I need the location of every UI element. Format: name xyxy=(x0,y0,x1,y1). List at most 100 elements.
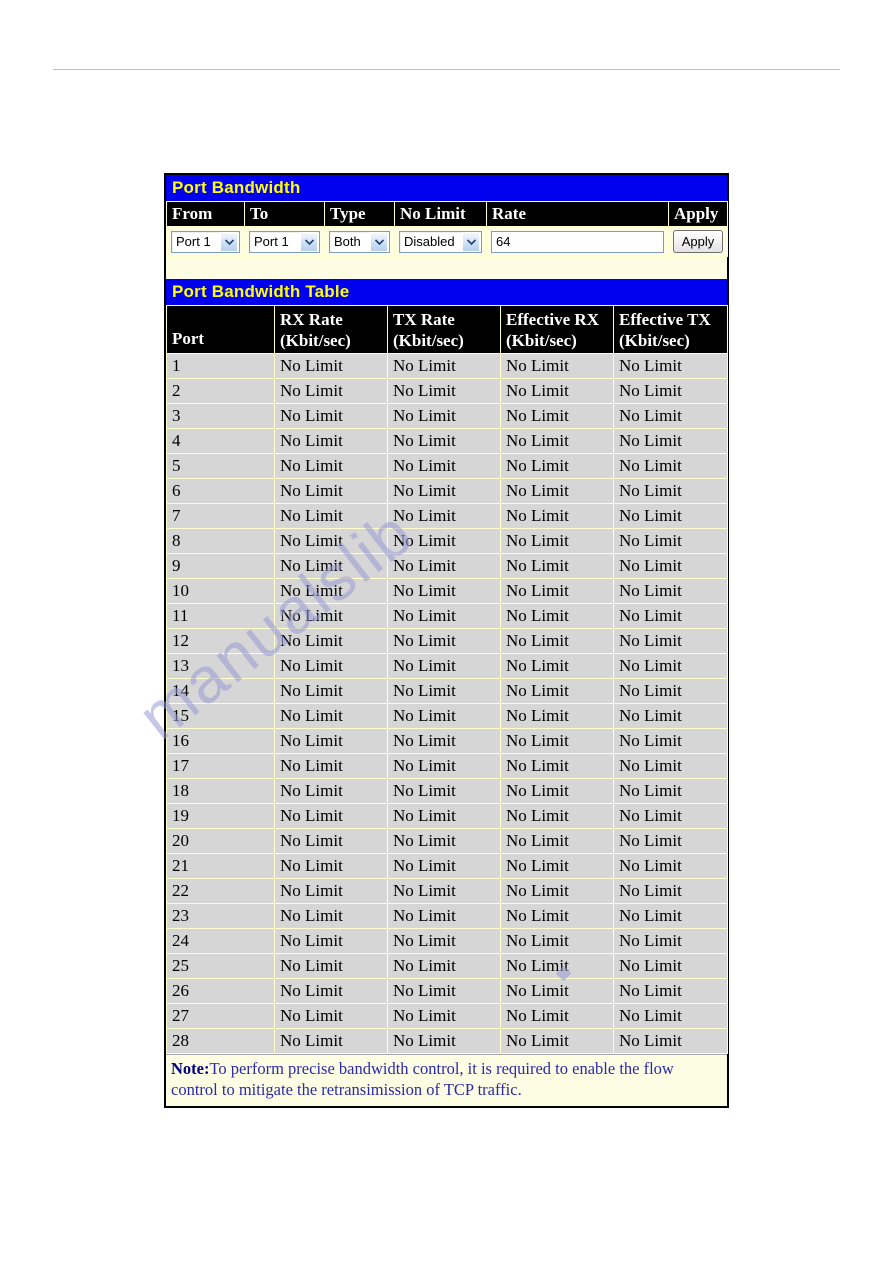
port-cell: 15 xyxy=(166,703,275,729)
effective-tx-cell: No Limit xyxy=(613,1003,728,1029)
no-limit-select[interactable]: Disabled xyxy=(399,230,482,253)
apply-button[interactable]: Apply xyxy=(673,230,723,253)
tx-rate-cell: No Limit xyxy=(387,728,501,754)
effective-tx-cell: No Limit xyxy=(613,778,728,804)
effective-rx-cell: No Limit xyxy=(500,1028,614,1054)
effective-rx-cell: No Limit xyxy=(500,353,614,379)
port-cell: 16 xyxy=(166,728,275,754)
table-row: 26 No Limit No Limit No Limit No Limit xyxy=(166,978,728,1004)
port-cell: 5 xyxy=(166,453,275,479)
port-cell: 9 xyxy=(166,553,275,579)
effective-rx-cell: No Limit xyxy=(500,578,614,604)
port-cell: 1 xyxy=(166,353,275,379)
tx-rate-cell: No Limit xyxy=(387,578,501,604)
page-header-rule xyxy=(53,69,840,70)
type-value: Both xyxy=(334,234,361,249)
rx-rate-cell: No Limit xyxy=(274,928,388,954)
tx-rate-cell: No Limit xyxy=(387,378,501,404)
chevron-down-icon[interactable] xyxy=(462,231,480,252)
effective-rx-cell: No Limit xyxy=(500,603,614,629)
port-bandwidth-table: Port RX Rate (Kbit/sec) TX Rate (Kbit/se… xyxy=(166,305,728,1054)
port-cell: 2 xyxy=(166,378,275,404)
rx-rate-cell: No Limit xyxy=(274,803,388,829)
tx-rate-cell: No Limit xyxy=(387,403,501,429)
effective-rx-cell: No Limit xyxy=(500,1003,614,1029)
note-label: Note: xyxy=(171,1059,210,1078)
tx-rate-cell: No Limit xyxy=(387,653,501,679)
effective-rx-cell: No Limit xyxy=(500,803,614,829)
tx-rate-cell: No Limit xyxy=(387,903,501,929)
tx-rate-cell: No Limit xyxy=(387,628,501,654)
effective-tx-cell: No Limit xyxy=(613,578,728,604)
col-tx-rate-label: TX Rate xyxy=(393,310,455,329)
effective-tx-cell: No Limit xyxy=(613,603,728,629)
tx-rate-cell: No Limit xyxy=(387,753,501,779)
effective-tx-cell: No Limit xyxy=(613,853,728,879)
table-row: 27 No Limit No Limit No Limit No Limit xyxy=(166,1003,728,1029)
to-port-select[interactable]: Port 1 xyxy=(249,230,320,253)
apply-cell: Apply xyxy=(668,226,728,257)
port-cell: 6 xyxy=(166,478,275,504)
col-rx-rate: RX Rate (Kbit/sec) xyxy=(274,305,388,354)
effective-rx-cell: No Limit xyxy=(500,428,614,454)
config-col-apply: Apply xyxy=(668,201,728,227)
type-cell: Both xyxy=(324,226,395,257)
no-limit-value: Disabled xyxy=(404,234,455,249)
table-row: 24 No Limit No Limit No Limit No Limit xyxy=(166,928,728,954)
effective-tx-cell: No Limit xyxy=(613,403,728,429)
effective-rx-cell: No Limit xyxy=(500,753,614,779)
table-row: 8 No Limit No Limit No Limit No Limit xyxy=(166,528,728,554)
effective-rx-cell: No Limit xyxy=(500,978,614,1004)
col-rx-rate-unit: (Kbit/sec) xyxy=(280,331,351,350)
rate-input[interactable] xyxy=(491,230,664,253)
tx-rate-cell: No Limit xyxy=(387,603,501,629)
effective-tx-cell: No Limit xyxy=(613,428,728,454)
effective-tx-cell: No Limit xyxy=(613,378,728,404)
rx-rate-cell: No Limit xyxy=(274,553,388,579)
chevron-down-icon[interactable] xyxy=(220,231,238,252)
rx-rate-cell: No Limit xyxy=(274,1003,388,1029)
table-row: 11 No Limit No Limit No Limit No Limit xyxy=(166,603,728,629)
col-effective-tx: Effective TX (Kbit/sec) xyxy=(613,305,728,354)
to-cell: Port 1 xyxy=(244,226,325,257)
table-row: 9 No Limit No Limit No Limit No Limit xyxy=(166,553,728,579)
port-cell: 25 xyxy=(166,953,275,979)
rx-rate-cell: No Limit xyxy=(274,478,388,504)
tx-rate-cell: No Limit xyxy=(387,853,501,879)
config-form-table: From To Type No Limit Rate Apply Port 1 xyxy=(166,201,728,257)
table-row: 25 No Limit No Limit No Limit No Limit xyxy=(166,953,728,979)
col-effective-rx-unit: (Kbit/sec) xyxy=(506,331,577,350)
tx-rate-cell: No Limit xyxy=(387,528,501,554)
tx-rate-cell: No Limit xyxy=(387,428,501,454)
table-row: 28 No Limit No Limit No Limit No Limit xyxy=(166,1028,728,1054)
col-effective-tx-label: Effective TX xyxy=(619,310,711,329)
effective-tx-cell: No Limit xyxy=(613,553,728,579)
type-select[interactable]: Both xyxy=(329,230,390,253)
rx-rate-cell: No Limit xyxy=(274,603,388,629)
from-port-select[interactable]: Port 1 xyxy=(171,230,240,253)
chevron-down-icon[interactable] xyxy=(300,231,318,252)
table-row: 2 No Limit No Limit No Limit No Limit xyxy=(166,378,728,404)
tx-rate-cell: No Limit xyxy=(387,778,501,804)
effective-rx-cell: No Limit xyxy=(500,553,614,579)
effective-rx-cell: No Limit xyxy=(500,453,614,479)
effective-rx-cell: No Limit xyxy=(500,953,614,979)
col-effective-tx-unit: (Kbit/sec) xyxy=(619,331,690,350)
table-panel-title: Port Bandwidth Table xyxy=(166,279,727,305)
port-cell: 7 xyxy=(166,503,275,529)
rx-rate-cell: No Limit xyxy=(274,653,388,679)
effective-tx-cell: No Limit xyxy=(613,678,728,704)
panel-spacer xyxy=(166,257,727,279)
rx-rate-cell: No Limit xyxy=(274,503,388,529)
config-panel-title: Port Bandwidth xyxy=(166,175,727,201)
rx-rate-cell: No Limit xyxy=(274,853,388,879)
table-row: 19 No Limit No Limit No Limit No Limit xyxy=(166,803,728,829)
effective-tx-cell: No Limit xyxy=(613,753,728,779)
effective-tx-cell: No Limit xyxy=(613,653,728,679)
config-col-type: Type xyxy=(324,201,395,227)
chevron-down-icon[interactable] xyxy=(370,231,388,252)
from-port-value: Port 1 xyxy=(176,234,211,249)
config-col-to: To xyxy=(244,201,325,227)
table-row: 6 No Limit No Limit No Limit No Limit xyxy=(166,478,728,504)
table-row: 15 No Limit No Limit No Limit No Limit xyxy=(166,703,728,729)
